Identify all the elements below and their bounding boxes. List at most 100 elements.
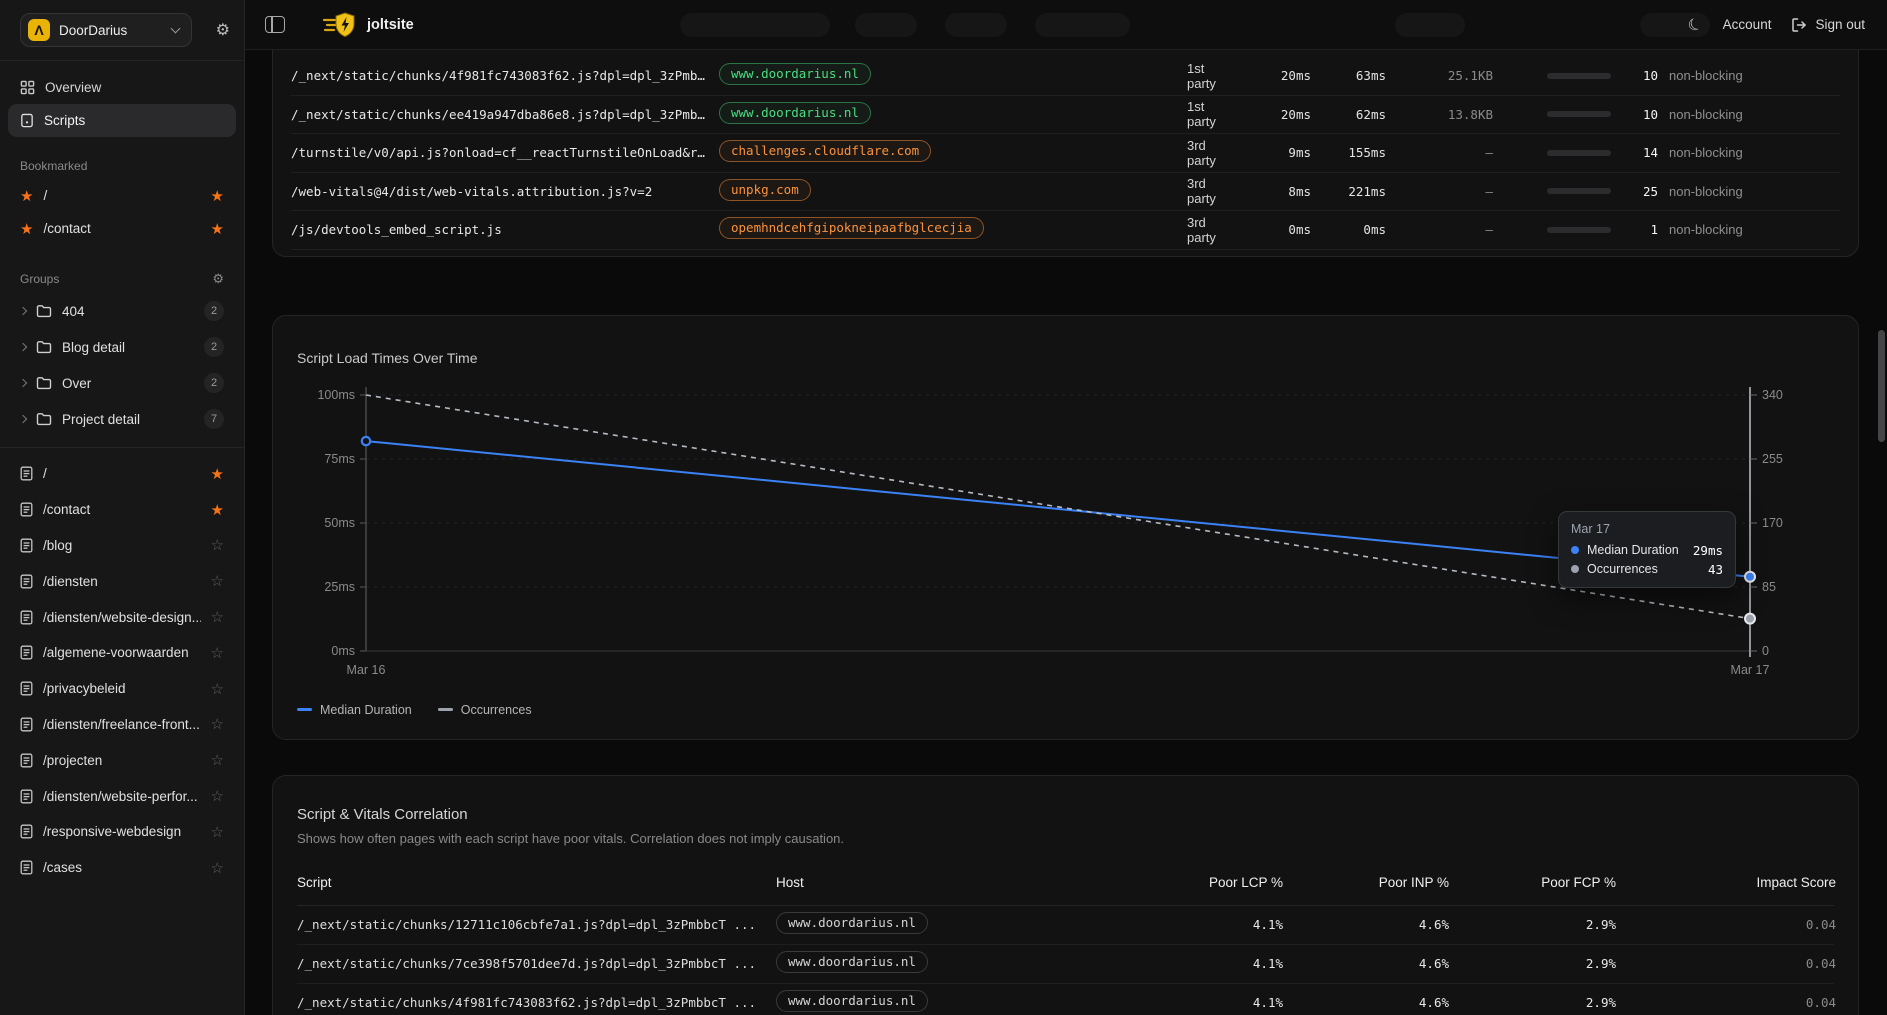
legend-occurrences[interactable]: Occurrences bbox=[438, 703, 532, 717]
page-doc-icon bbox=[20, 538, 33, 553]
script-table-row[interactable]: /_next/static/chunks/ee419a947dba86e8.js… bbox=[291, 96, 1840, 135]
star-toggle-icon[interactable]: ☆ bbox=[211, 536, 224, 554]
ghost-placeholder bbox=[1395, 13, 1465, 37]
script-table-row[interactable]: /_next/static/chunks/4f981fc743083f62.js… bbox=[291, 57, 1840, 96]
group-item[interactable]: Blog detail 2 bbox=[0, 329, 244, 365]
legend-median-duration[interactable]: Median Duration bbox=[297, 703, 412, 717]
page-item-label: /blog bbox=[43, 538, 201, 553]
page-doc-icon bbox=[20, 466, 33, 481]
page-item[interactable]: /algemene-voorwaarden ☆ bbox=[0, 635, 244, 671]
count-value: 14 bbox=[1611, 145, 1658, 160]
correlation-row[interactable]: /_next/static/chunks/7ce398f5701dee7d.js… bbox=[297, 945, 1834, 984]
host-pill[interactable]: www.doordarius.nl bbox=[776, 951, 928, 973]
poor-lcp-value: 4.1% bbox=[1006, 956, 1283, 971]
folder-icon bbox=[36, 412, 52, 426]
script-table-row[interactable]: /js/devtools_embed_script.js opemhndcehf… bbox=[291, 211, 1840, 250]
correlation-subtitle: Shows how often pages with each script h… bbox=[297, 831, 1834, 846]
group-item[interactable]: Project detail 7 bbox=[0, 401, 244, 437]
window-scrollbar[interactable] bbox=[1878, 330, 1885, 442]
duration-2: 62ms bbox=[1311, 107, 1386, 122]
host-pill[interactable]: opemhndcehfgipokneipaafbglcecjia bbox=[719, 217, 984, 239]
main-content[interactable]: /_next/static/chunks/4f981fc743083f62.js… bbox=[245, 50, 1887, 1015]
app-brand[interactable]: joltsite bbox=[323, 12, 414, 38]
script-table-row[interactable]: /turnstile/v0/api.js?onload=cf__reactTur… bbox=[291, 134, 1840, 173]
group-item-label: Blog detail bbox=[62, 340, 194, 355]
col-inp: Poor INP % bbox=[1283, 875, 1449, 890]
script-url: /js/devtools_embed_script.js bbox=[291, 222, 719, 237]
page-item-label: /contact bbox=[43, 502, 201, 517]
ghost-placeholder bbox=[945, 13, 1007, 37]
star-toggle-icon[interactable]: ★ bbox=[211, 187, 224, 205]
star-toggle-icon[interactable]: ☆ bbox=[211, 787, 224, 805]
duration-2: 0ms bbox=[1311, 222, 1386, 237]
size-value: – bbox=[1386, 184, 1493, 199]
group-item[interactable]: 404 2 bbox=[0, 293, 244, 329]
page-item[interactable]: /diensten/freelance-front... ☆ bbox=[0, 707, 244, 743]
joltsite-logo-icon bbox=[323, 12, 357, 38]
folder-icon bbox=[36, 376, 52, 390]
sidebar-toggle-icon[interactable] bbox=[265, 16, 285, 33]
bookmarked-item[interactable]: ★ / ★ bbox=[0, 179, 244, 212]
chart-legend: Median Duration Occurrences bbox=[297, 703, 532, 717]
page-item[interactable]: / ★ bbox=[0, 456, 244, 492]
workspace-settings-gear-icon[interactable]: ⚙ bbox=[216, 20, 230, 40]
script-url: /turnstile/v0/api.js?onload=cf__reactTur… bbox=[291, 145, 719, 160]
page-item[interactable]: /diensten/website-design... ☆ bbox=[0, 599, 244, 635]
correlation-header-row: Script Host Poor LCP % Poor INP % Poor F… bbox=[297, 860, 1834, 906]
page-item[interactable]: /contact ★ bbox=[0, 492, 244, 528]
chevron-right-icon[interactable] bbox=[19, 343, 27, 351]
groups-settings-gear-icon[interactable]: ⚙ bbox=[212, 271, 224, 287]
star-toggle-icon[interactable]: ☆ bbox=[211, 823, 224, 841]
star-toggle-icon[interactable]: ★ bbox=[211, 465, 224, 483]
page-item[interactable]: /diensten/website-perfor... ☆ bbox=[0, 778, 244, 814]
host-pill[interactable]: unpkg.com bbox=[719, 179, 811, 201]
signout-icon bbox=[1791, 17, 1807, 33]
chevron-right-icon[interactable] bbox=[19, 379, 27, 387]
host-pill[interactable]: www.doordarius.nl bbox=[719, 102, 871, 124]
group-item[interactable]: Over 2 bbox=[0, 365, 244, 401]
host-pill[interactable]: www.doordarius.nl bbox=[776, 990, 928, 1012]
host-pill[interactable]: www.doordarius.nl bbox=[719, 63, 871, 85]
sidebar-item-overview[interactable]: Overview bbox=[8, 71, 236, 104]
duration-1: 20ms bbox=[1224, 68, 1311, 83]
svg-text:25ms: 25ms bbox=[324, 580, 355, 594]
chevron-right-icon[interactable] bbox=[19, 307, 27, 315]
star-toggle-icon[interactable]: ★ bbox=[211, 501, 224, 519]
page-item[interactable]: /privacybeleid ☆ bbox=[0, 671, 244, 707]
chevron-right-icon[interactable] bbox=[19, 415, 27, 423]
star-toggle-icon[interactable]: ☆ bbox=[211, 859, 224, 877]
page-item[interactable]: /cases ☆ bbox=[0, 850, 244, 886]
page-item[interactable]: /blog ☆ bbox=[0, 528, 244, 564]
count-value: 10 bbox=[1611, 68, 1658, 83]
star-toggle-icon[interactable]: ☆ bbox=[211, 644, 224, 662]
host-pill[interactable]: www.doordarius.nl bbox=[776, 912, 928, 934]
blocking-status: non-blocking bbox=[1658, 184, 1842, 199]
host-cell: unpkg.com bbox=[719, 179, 1124, 204]
star-toggle-icon[interactable]: ★ bbox=[211, 220, 224, 238]
star-toggle-icon[interactable]: ☆ bbox=[211, 751, 224, 769]
page-item[interactable]: /projecten ☆ bbox=[0, 742, 244, 778]
star-toggle-icon[interactable]: ☆ bbox=[211, 680, 224, 698]
page-item[interactable]: /diensten ☆ bbox=[0, 563, 244, 599]
account-button[interactable]: Account bbox=[1723, 17, 1772, 32]
grid-icon bbox=[20, 80, 35, 95]
script-url: /_next/static/chunks/4f981fc743083f62.js… bbox=[291, 68, 719, 83]
correlation-row[interactable]: /_next/static/chunks/4f981fc743083f62.js… bbox=[297, 984, 1834, 1015]
bookmarked-item[interactable]: ★ /contact ★ bbox=[0, 212, 244, 245]
folder-icon bbox=[36, 340, 52, 354]
page-item-label: /diensten/website-perfor... bbox=[43, 789, 201, 804]
star-toggle-icon[interactable]: ☆ bbox=[211, 608, 224, 626]
script-table-row[interactable]: /web-vitals@4/dist/web-vitals.attributio… bbox=[291, 173, 1840, 212]
sidebar-item-scripts[interactable]: Scripts bbox=[8, 104, 236, 137]
star-toggle-icon[interactable]: ☆ bbox=[211, 715, 224, 733]
ghost-placeholder bbox=[855, 13, 917, 37]
star-toggle-icon[interactable]: ☆ bbox=[211, 572, 224, 590]
host-pill[interactable]: challenges.cloudflare.com bbox=[719, 140, 931, 162]
correlation-row[interactable]: /_next/static/chunks/12711c106cbfe7a1.js… bbox=[297, 906, 1834, 945]
page-item-label: /diensten/freelance-front... bbox=[43, 717, 201, 732]
page-item[interactable]: /responsive-webdesign ☆ bbox=[0, 814, 244, 850]
workspace-switcher[interactable]: Λ DoorDarius bbox=[20, 13, 192, 47]
chart-card: Script Load Times Over Time 100ms75ms50m… bbox=[272, 315, 1859, 740]
tooltip-row: Median Duration 29ms bbox=[1571, 543, 1723, 558]
signout-button[interactable]: Sign out bbox=[1791, 17, 1865, 33]
